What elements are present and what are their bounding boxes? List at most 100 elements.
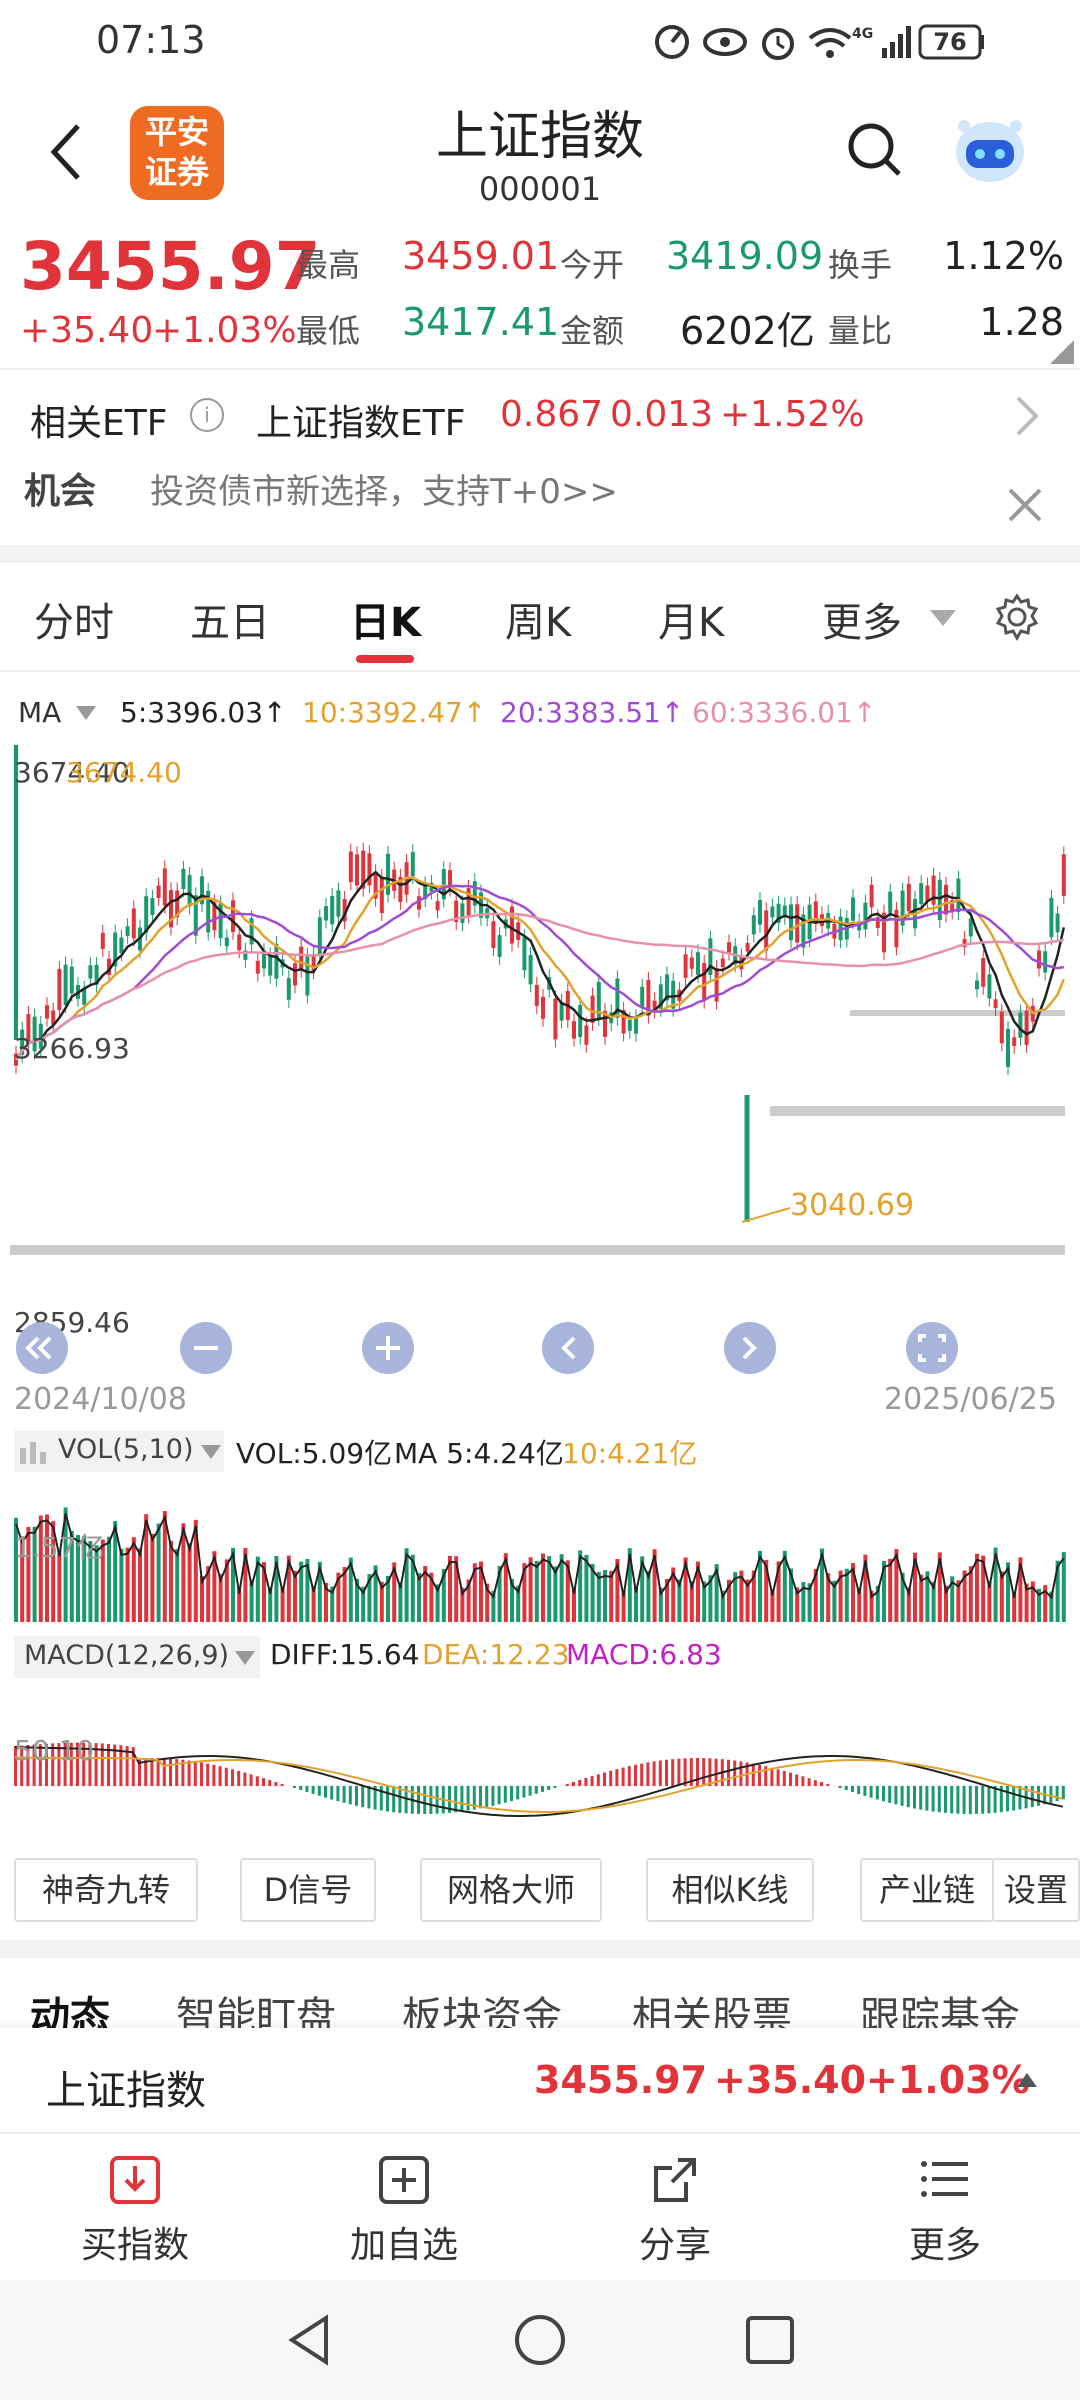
macd-bar (851, 1786, 854, 1793)
search-icon[interactable] (845, 120, 905, 180)
nav-buy-index[interactable]: 买指数 (45, 2216, 225, 2268)
info-icon[interactable]: i (190, 398, 224, 432)
share-icon[interactable] (648, 2152, 702, 2206)
macd-bar (776, 1769, 780, 1786)
candle (851, 897, 855, 921)
system-home-icon[interactable] (510, 2310, 570, 2370)
macd-bar (962, 1786, 966, 1814)
tab-more[interactable]: 更多 (822, 590, 902, 648)
nav-share[interactable]: 分享 (585, 2216, 765, 2268)
tab-weekly-k[interactable]: 周K (505, 590, 571, 648)
price-change: +35.40 (20, 310, 154, 351)
volume-bar (249, 1580, 254, 1622)
add-watchlist-icon[interactable] (377, 2152, 431, 2206)
macd-bar (807, 1778, 811, 1786)
macd-bar (193, 1761, 197, 1786)
macd-bar (565, 1783, 569, 1786)
macd-bar (739, 1761, 743, 1786)
candle (224, 937, 229, 947)
volume-bar (175, 1549, 180, 1622)
candle (1043, 951, 1048, 973)
tab-intraday[interactable]: 分时 (34, 590, 114, 648)
collapse-up-icon[interactable] (1016, 2072, 1038, 2088)
assistant-robot-icon[interactable] (950, 110, 1030, 190)
volume-bar (534, 1560, 539, 1622)
tool-d-signal[interactable]: D信号 (240, 1858, 376, 1922)
tool-magic-nine[interactable]: 神奇九转 (14, 1858, 198, 1922)
tab-five-day[interactable]: 五日 (190, 590, 270, 648)
tool-settings[interactable]: 设置 (992, 1858, 1080, 1922)
candle (888, 891, 893, 913)
macd-bar (1055, 1786, 1059, 1802)
ma20-value: 20:3383.51↑ (500, 696, 685, 729)
candle (63, 964, 68, 1006)
ma10-value: 10:3392.47↑ (302, 696, 487, 729)
gear-icon[interactable] (992, 592, 1042, 642)
tool-industry-chain[interactable]: 产业链 (860, 1858, 994, 1922)
tool-grid-master[interactable]: 网格大师 (420, 1858, 602, 1922)
bottom-quote-bar[interactable]: 上证指数 3455.97 +35.40 +1.03% (0, 2028, 1080, 2134)
candle (268, 955, 273, 976)
tab-monthly-k[interactable]: 月K (658, 590, 724, 648)
macd-bar (813, 1780, 817, 1786)
candle (522, 937, 527, 971)
macd-bar (875, 1786, 879, 1800)
subtab-smart-watch[interactable]: 智能盯盘 (176, 1984, 336, 2028)
volume-bar (528, 1557, 533, 1622)
macd-bar (150, 1758, 154, 1786)
vol-label: VOL(5,10) (58, 1434, 194, 1465)
prev-button[interactable] (542, 1322, 594, 1374)
chevron-right-icon[interactable] (1012, 394, 1042, 438)
chart-controls (16, 1322, 958, 1374)
menu-icon[interactable] (918, 2152, 972, 2206)
system-back-icon[interactable] (280, 2310, 340, 2370)
macd-bar (640, 1763, 644, 1786)
next-button[interactable] (724, 1322, 776, 1374)
subtab-tracking-funds[interactable]: 跟踪基金 (860, 1984, 1020, 2028)
candle (993, 999, 998, 1009)
macd-bar (522, 1786, 526, 1798)
macd-dropdown-icon[interactable] (234, 1650, 256, 1666)
macd-bar (919, 1786, 923, 1810)
macd-bar (981, 1786, 985, 1814)
tool-similar-k[interactable]: 相似K线 (646, 1858, 814, 1922)
zoom-in-button[interactable] (362, 1322, 414, 1374)
expand-corner-icon[interactable] (1050, 340, 1074, 364)
vol-selector[interactable]: VOL(5,10) (14, 1430, 224, 1472)
subtab-related-stocks[interactable]: 相关股票 (632, 1984, 792, 2028)
candle (305, 955, 310, 996)
dropdown-icon[interactable] (928, 608, 958, 628)
macd-chart[interactable] (0, 1676, 1080, 1826)
close-icon[interactable] (1006, 486, 1044, 524)
candle (435, 901, 440, 911)
nav-more[interactable]: 更多 (855, 2216, 1035, 2268)
volume-chart[interactable] (0, 1472, 1080, 1632)
macd-bar (429, 1786, 433, 1814)
etf-row[interactable]: 相关ETF i 上证指数ETF 0.867 0.013 +1.52% (0, 370, 1080, 460)
nav-add-watchlist[interactable]: 加自选 (314, 2216, 494, 2268)
system-recents-icon[interactable] (740, 2310, 800, 2370)
candle (578, 1004, 583, 1037)
ma-label[interactable]: MA (18, 696, 61, 729)
buy-index-icon[interactable] (108, 2152, 162, 2206)
macd-bar (782, 1770, 786, 1786)
macd-selector[interactable]: MACD(12,26,9) (14, 1636, 260, 1678)
vol-dropdown-icon[interactable] (200, 1444, 222, 1460)
diff-line (14, 1746, 1064, 1817)
macd-bar (361, 1786, 365, 1808)
fullscreen-button[interactable] (906, 1322, 958, 1374)
promo-row[interactable]: 机会 投资债市新选择，支持T+0>> (0, 450, 1080, 550)
zoom-out-button[interactable] (180, 1322, 232, 1374)
subtab-sector-funds[interactable]: 板块资金 (402, 1984, 562, 2028)
macd-bar (603, 1772, 606, 1786)
candle (131, 908, 136, 939)
rewind-button[interactable] (16, 1322, 68, 1374)
subtab-news[interactable]: 动态 (30, 1984, 110, 2028)
kline-chart[interactable] (0, 740, 1080, 1400)
macd-bar (423, 1786, 427, 1814)
tab-daily-k[interactable]: 日K (350, 590, 421, 648)
macd-bar (596, 1774, 600, 1786)
candle (336, 890, 341, 917)
ma-dropdown-icon[interactable] (74, 704, 98, 722)
candle (69, 966, 74, 994)
